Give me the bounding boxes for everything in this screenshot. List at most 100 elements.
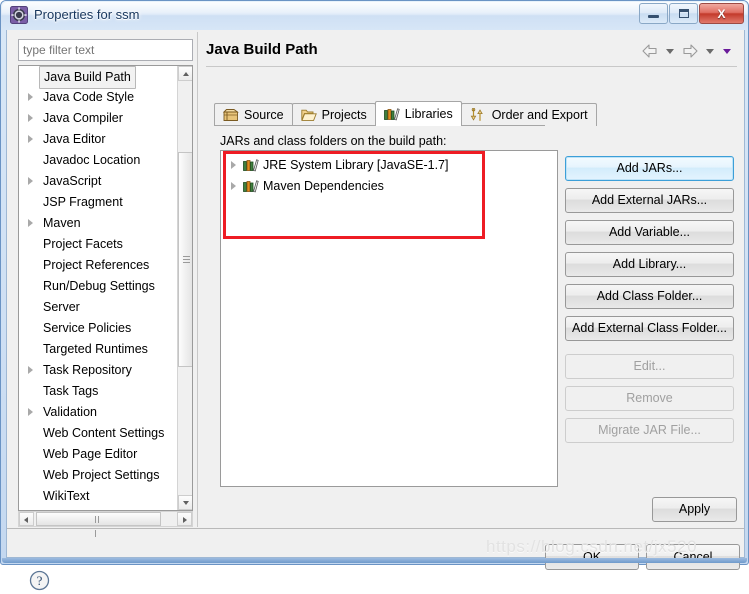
sidebar-item-targeted-runtimes[interactable]: Targeted Runtimes [19, 339, 179, 360]
maximize-button[interactable] [669, 3, 698, 24]
sidebar-item-label: Maven [43, 216, 81, 230]
tree-vertical-scrollbar[interactable] [177, 66, 192, 510]
svg-text:?: ? [37, 573, 43, 588]
sidebar-item-label: Service Policies [43, 321, 132, 335]
page-title: Java Build Path [206, 41, 318, 58]
sidebar-item-label: Java Build Path [39, 66, 136, 89]
sidebar-item-label: Java Editor [43, 132, 106, 146]
dialog-client-area: Java Build PathJava Code StyleJava Compi… [6, 30, 745, 591]
sidebar-item-label: JavaScript [43, 174, 102, 188]
gear-icon [10, 6, 28, 24]
expand-arrow-icon[interactable] [28, 177, 33, 185]
library-list-item[interactable]: JRE System Library [JavaSE-1.7] [221, 155, 557, 176]
tab-label: Source [244, 108, 284, 122]
libraries-list-items: JRE System Library [JavaSE-1.7] Maven Dep… [221, 151, 557, 197]
sidebar-item-label: Project References [43, 258, 150, 272]
sidebar-item-javascript[interactable]: JavaScript [19, 171, 179, 192]
sidebar-item-service-policies[interactable]: Service Policies [19, 318, 179, 339]
settings-tree-list: Java Build Path Java Code Style Java Compi… [19, 66, 179, 507]
tab-libraries[interactable]: Libraries [374, 101, 462, 126]
cancel-button[interactable]: Cancel [646, 544, 740, 570]
page-header-divider [206, 66, 737, 67]
sidebar-item-task-tags[interactable]: Task Tags [19, 381, 179, 402]
sidebar-item-web-page-editor[interactable]: Web Page Editor [19, 444, 179, 465]
scroll-right-arrow-icon[interactable] [177, 512, 192, 526]
settings-tree[interactable]: Java Build Path Java Code Style Java Compi… [18, 65, 193, 511]
ok-button[interactable]: OK [545, 544, 639, 570]
migrate-jar-file-button: Migrate JAR File... [565, 418, 734, 443]
forward-dropdown-caret-icon[interactable] [706, 48, 714, 54]
tree-scroll-thumb[interactable] [178, 152, 192, 367]
scroll-down-arrow-icon[interactable] [178, 495, 192, 510]
sidebar-item-java-editor[interactable]: Java Editor [19, 129, 179, 150]
properties-dialog: Properties for ssm X Java Build PathJava… [0, 0, 749, 591]
close-button[interactable]: X [699, 3, 744, 24]
sidebar-item-web-content-settings[interactable]: Web Content Settings [19, 423, 179, 444]
window-frame: Properties for ssm X Java Build PathJava… [0, 0, 749, 591]
add-jars-button[interactable]: Add JARs... [565, 156, 734, 181]
back-arrow-icon[interactable] [640, 42, 660, 60]
page-navigation [640, 42, 734, 60]
page-menu-caret-icon[interactable] [723, 48, 731, 54]
add-variable-button[interactable]: Add Variable... [565, 220, 734, 245]
forward-arrow-icon[interactable] [680, 42, 700, 60]
sidebar-item-label: Run/Debug Settings [43, 279, 155, 293]
sidebar-item-jsp-fragment[interactable]: JSP Fragment [19, 192, 179, 213]
expand-arrow-icon[interactable] [231, 161, 236, 169]
expand-arrow-icon[interactable] [28, 219, 33, 227]
add-external-class-folder-button[interactable]: Add External Class Folder... [565, 316, 734, 341]
tab-label: Projects [321, 108, 367, 122]
sidebar-item-javadoc-location[interactable]: Javadoc Location [19, 150, 179, 171]
apply-button[interactable]: Apply [652, 497, 737, 522]
expand-arrow-icon[interactable] [28, 408, 33, 416]
tree-hscroll-thumb[interactable] [36, 512, 161, 537]
package-icon [223, 108, 239, 122]
back-dropdown-caret-icon[interactable] [666, 48, 674, 54]
library-item-label: JRE System Library [JavaSE-1.7] [263, 158, 449, 172]
expand-arrow-icon[interactable] [28, 135, 33, 143]
tree-horizontal-scrollbar[interactable] [18, 511, 193, 537]
sidebar-item-project-facets[interactable]: Project Facets [19, 234, 179, 255]
footer-divider [7, 528, 744, 529]
sidebar-item-java-code-style[interactable]: Java Code Style [19, 87, 179, 108]
panel-divider [197, 32, 198, 527]
sidebar-item-label: WikiText [43, 489, 90, 503]
expand-arrow-icon[interactable] [231, 182, 236, 190]
window-controls: X [639, 3, 744, 25]
expand-arrow-icon[interactable] [28, 93, 33, 101]
add-external-jars-button[interactable]: Add External JARs... [565, 188, 734, 213]
sidebar-item-java-build-path[interactable]: Java Build Path [19, 66, 179, 89]
sidebar-item-web-project-settings[interactable]: Web Project Settings [19, 465, 179, 486]
add-class-folder-button[interactable]: Add Class Folder... [565, 284, 734, 309]
sidebar-item-maven[interactable]: Maven [19, 213, 179, 234]
sidebar-item-validation[interactable]: Validation [19, 402, 179, 423]
library-item-label: Maven Dependencies [263, 179, 384, 193]
scroll-up-arrow-icon[interactable] [178, 66, 192, 81]
add-library-button[interactable]: Add Library... [565, 252, 734, 277]
sidebar-item-java-compiler[interactable]: Java Compiler [19, 108, 179, 129]
sidebar-item-label: Java Code Style [43, 90, 135, 104]
edit-button: Edit... [565, 354, 734, 379]
sidebar-item-project-references[interactable]: Project References [19, 255, 179, 276]
search-input[interactable] [18, 39, 193, 61]
sidebar-item-label: JSP Fragment [43, 195, 123, 209]
expand-arrow-icon[interactable] [28, 114, 33, 122]
help-question-icon[interactable]: ? [29, 570, 50, 591]
remove-button: Remove [565, 386, 734, 411]
sidebar-item-label: Task Tags [43, 384, 99, 398]
library-list-item[interactable]: Maven Dependencies [221, 176, 557, 197]
expand-arrow-icon[interactable] [28, 366, 33, 374]
sidebar-item-run-debug-settings[interactable]: Run/Debug Settings [19, 276, 179, 297]
scroll-left-arrow-icon[interactable] [19, 512, 34, 526]
sidebar-item-task-repository[interactable]: Task Repository [19, 360, 179, 381]
minimize-button[interactable] [639, 3, 668, 24]
libraries-list[interactable]: JRE System Library [JavaSE-1.7] Maven Dep… [220, 150, 558, 487]
tab-source[interactable]: Source [214, 103, 293, 126]
sidebar-item-label: Javadoc Location [43, 153, 141, 167]
sidebar-item-label: Project Facets [43, 237, 123, 251]
sidebar-item-server[interactable]: Server [19, 297, 179, 318]
tab-projects[interactable]: Projects [291, 103, 376, 126]
tab-order-and-export[interactable]: Order and Export [460, 103, 597, 126]
window-bottom-strip [2, 558, 747, 563]
sidebar-item-wikitext[interactable]: WikiText [19, 486, 179, 507]
